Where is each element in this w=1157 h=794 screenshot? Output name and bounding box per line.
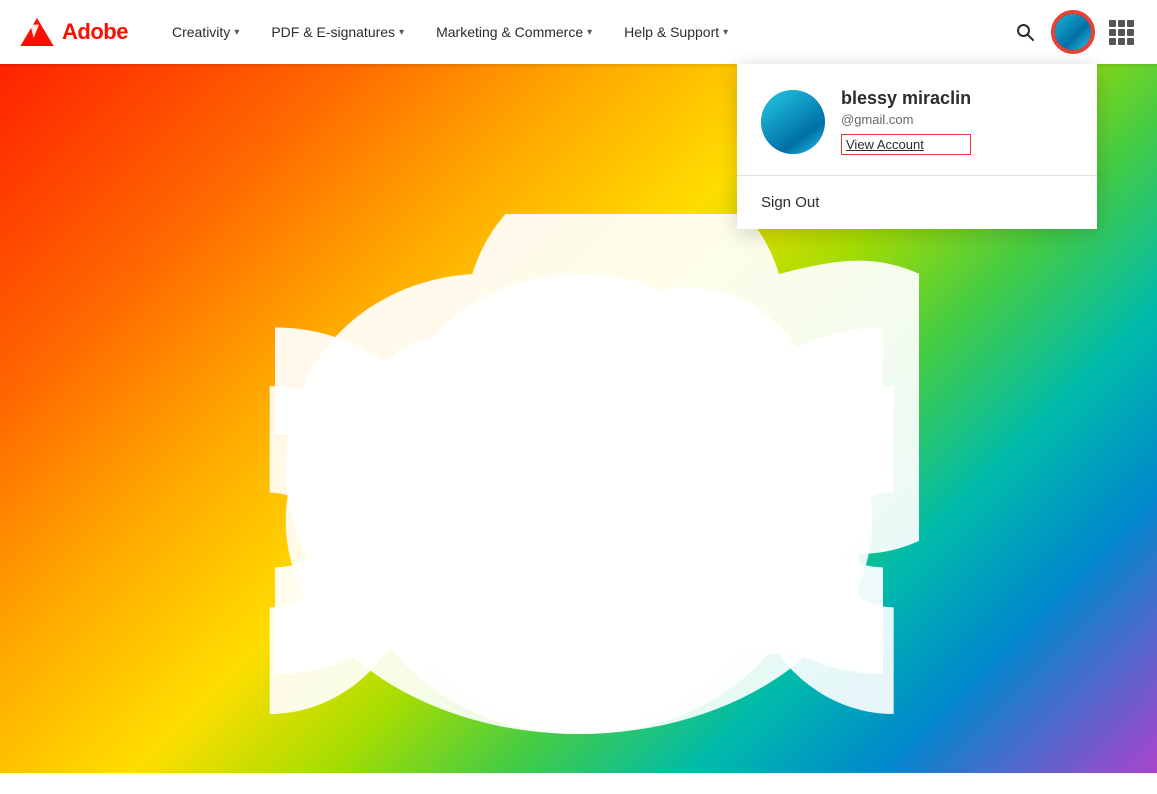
nav-creativity-label: Creativity (172, 24, 230, 40)
profile-info: blessy miraclin @gmail.com View Account (841, 88, 971, 155)
search-button[interactable] (1009, 16, 1041, 48)
dropdown-profile-section: blessy miraclin @gmail.com View Account (737, 64, 1097, 175)
profile-avatar (761, 90, 825, 154)
nav-help-label: Help & Support (624, 24, 719, 40)
view-account-link[interactable]: View Account (841, 134, 971, 155)
nav-item-creativity[interactable]: Creativity ▾ (158, 0, 253, 64)
nav-actions (1009, 12, 1137, 52)
profile-email: @gmail.com (841, 112, 971, 127)
cc-logo-container (229, 194, 929, 794)
profile-name: blessy miraclin (841, 88, 971, 109)
sign-out-button[interactable]: Sign Out (737, 176, 1097, 229)
creative-cloud-logo (239, 214, 919, 774)
nav-creativity-chevron: ▾ (234, 27, 239, 38)
user-dropdown: blessy miraclin @gmail.com View Account … (737, 64, 1097, 229)
nav-marketing-label: Marketing & Commerce (436, 24, 583, 40)
nav-item-pdf[interactable]: PDF & E-signatures ▾ (257, 0, 418, 64)
grid-icon (1109, 20, 1134, 45)
search-icon (1015, 22, 1035, 42)
adobe-logo[interactable]: Adobe (20, 18, 128, 46)
apps-grid-button[interactable] (1105, 16, 1137, 48)
navbar: Adobe Creativity ▾ PDF & E-signatures ▾ … (0, 0, 1157, 64)
nav-item-marketing[interactable]: Marketing & Commerce ▾ (422, 0, 606, 64)
brand-name: Adobe (62, 19, 128, 45)
profile-avatar-image (761, 90, 825, 154)
user-avatar-button[interactable] (1053, 12, 1093, 52)
nav-pdf-chevron: ▾ (399, 27, 404, 38)
nav-pdf-label: PDF & E-signatures (271, 24, 395, 40)
avatar-image (1055, 14, 1091, 50)
adobe-logo-icon (20, 18, 54, 46)
nav-marketing-chevron: ▾ (587, 27, 592, 38)
nav-item-help[interactable]: Help & Support ▾ (610, 0, 742, 64)
nav-help-chevron: ▾ (723, 27, 728, 38)
nav-items: Creativity ▾ PDF & E-signatures ▾ Market… (158, 0, 1009, 64)
